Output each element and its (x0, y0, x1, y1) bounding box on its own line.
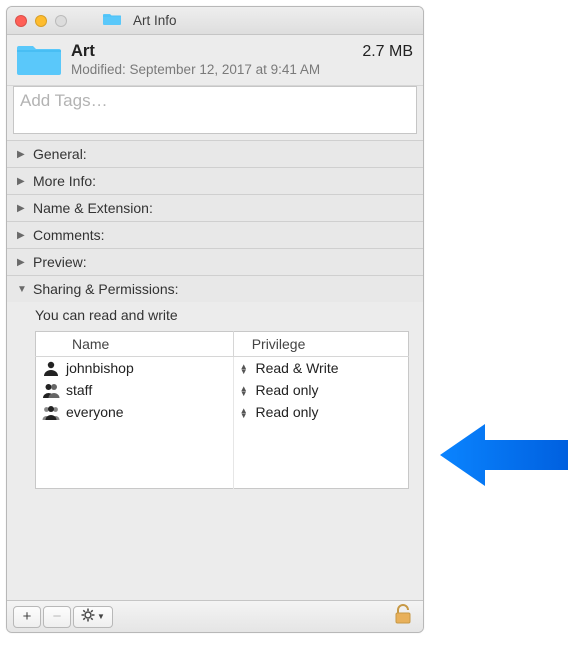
section-label: General: (33, 146, 87, 162)
section-label: Preview: (33, 254, 87, 270)
table-row[interactable]: johnbishop ▲▼ Read & Write (36, 357, 409, 379)
modified-date: Modified: September 12, 2017 at 9:41 AM (71, 62, 413, 77)
chevron-right-icon (17, 230, 29, 241)
remove-button[interactable]: − (43, 606, 71, 628)
chevron-down-icon: ▼ (97, 612, 105, 621)
chevron-right-icon (17, 176, 29, 187)
chevron-down-icon (17, 284, 29, 295)
section-label: Comments: (33, 227, 105, 243)
tags-input[interactable]: Add Tags… (13, 86, 417, 134)
user-group-icon (42, 404, 60, 420)
minimize-button[interactable] (35, 15, 47, 27)
titlebar[interactable]: Art Info (7, 7, 423, 35)
privilege-value[interactable]: Read only (256, 404, 319, 420)
file-header: Art 2.7 MB Modified: September 12, 2017 … (7, 35, 423, 86)
user-single-icon (42, 360, 60, 376)
close-button[interactable] (15, 15, 27, 27)
window-title: Art Info (133, 13, 177, 28)
privilege-value[interactable]: Read & Write (256, 360, 339, 376)
section-general[interactable]: General: (7, 140, 423, 167)
add-button[interactable]: + (13, 606, 41, 628)
user-double-icon (42, 382, 60, 398)
file-size: 2.7 MB (362, 43, 413, 61)
tags-placeholder: Add Tags… (20, 91, 108, 110)
folder-icon (17, 41, 61, 77)
table-row (36, 423, 409, 445)
section-more-info[interactable]: More Info: (7, 167, 423, 194)
info-window: Art Info Art 2.7 MB Modified: September … (6, 6, 424, 633)
lock-icon[interactable] (395, 604, 411, 629)
column-name[interactable]: Name (36, 332, 234, 357)
column-privilege[interactable]: Privilege (233, 332, 408, 357)
table-row (36, 467, 409, 489)
section-label: Sharing & Permissions: (33, 281, 179, 297)
table-row (36, 445, 409, 467)
stepper-icon[interactable]: ▲▼ (240, 364, 248, 374)
table-row[interactable]: staff ▲▼ Read only (36, 379, 409, 401)
section-name-extension[interactable]: Name & Extension: (7, 194, 423, 221)
chevron-right-icon (17, 203, 29, 214)
action-menu-button[interactable]: ▼ (73, 606, 113, 628)
gear-icon (81, 608, 95, 625)
zoom-button[interactable] (55, 15, 67, 27)
user-name: staff (66, 382, 92, 398)
stepper-icon[interactable]: ▲▼ (240, 408, 248, 418)
permissions-table: Name Privilege johnbishop (35, 331, 409, 489)
section-label: Name & Extension: (33, 200, 153, 216)
section-sharing-permissions[interactable]: Sharing & Permissions: (7, 275, 423, 302)
user-name: johnbishop (66, 360, 134, 376)
traffic-lights (15, 15, 67, 27)
folder-icon (103, 12, 121, 29)
privilege-value[interactable]: Read only (256, 382, 319, 398)
chevron-right-icon (17, 149, 29, 160)
section-label: More Info: (33, 173, 96, 189)
user-name: everyone (66, 404, 124, 420)
file-name: Art (71, 42, 95, 61)
permissions-summary: You can read and write (7, 302, 423, 331)
callout-arrow-icon (440, 420, 570, 490)
section-preview[interactable]: Preview: (7, 248, 423, 275)
section-comments[interactable]: Comments: (7, 221, 423, 248)
chevron-right-icon (17, 257, 29, 268)
stepper-icon[interactable]: ▲▼ (240, 386, 248, 396)
footer-toolbar: + − ▼ (7, 600, 423, 632)
table-row[interactable]: everyone ▲▼ Read only (36, 401, 409, 423)
